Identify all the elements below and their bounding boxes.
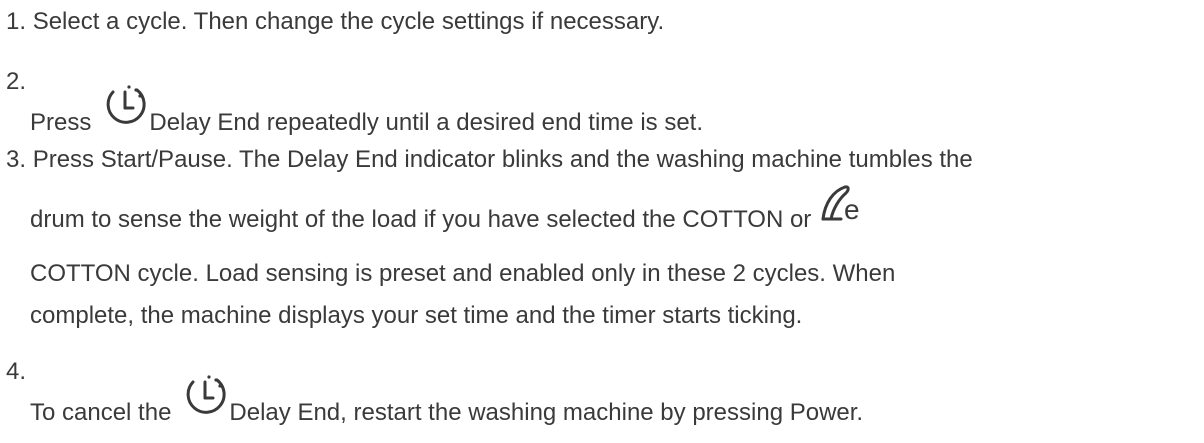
eco-cotton-icon: e [819, 181, 867, 234]
step-3-text-line-2: drum to sense the weight of the load if … [30, 206, 812, 233]
step-1-text: Select a cycle. Then change the cycle se… [32, 8, 665, 35]
step-4-text-before: To cancel the [30, 399, 172, 426]
step-4: To cancel the Delay End, restart the was… [30, 372, 863, 427]
delay-end-clock-icon [179, 372, 229, 427]
step-2-number: 2. [6, 68, 27, 95]
step-3-line-1: 3. Press Start/Pause. The Delay End indi… [6, 146, 973, 174]
step-4-number: 4. [6, 358, 27, 385]
svg-text:e: e [844, 194, 860, 225]
step-2-text-before: Press [30, 109, 92, 136]
step-4-text-after: Delay End, restart the washing machine b… [229, 399, 864, 426]
step-2: Press Delay End repeatedly until a desir… [30, 82, 703, 137]
instruction-list: 1. Select a cycle. Then change the cycle… [0, 0, 1204, 443]
step-3-text-line-1: Press Start/Pause. The Delay End indicat… [32, 146, 973, 173]
step-3-line-2: drum to sense the weight of the load if … [30, 181, 867, 234]
step-3-line-4: complete, the machine displays your set … [30, 302, 803, 329]
step-1-number: 1. [6, 8, 27, 35]
step-2-text-after: Delay End repeatedly until a desired end… [149, 109, 703, 136]
step-1: 1. Select a cycle. Then change the cycle… [6, 8, 664, 36]
delay-end-clock-icon [99, 82, 149, 137]
step-3-line-3: COTTON cycle. Load sensing is preset and… [30, 260, 896, 287]
step-3-number: 3. [6, 146, 27, 173]
